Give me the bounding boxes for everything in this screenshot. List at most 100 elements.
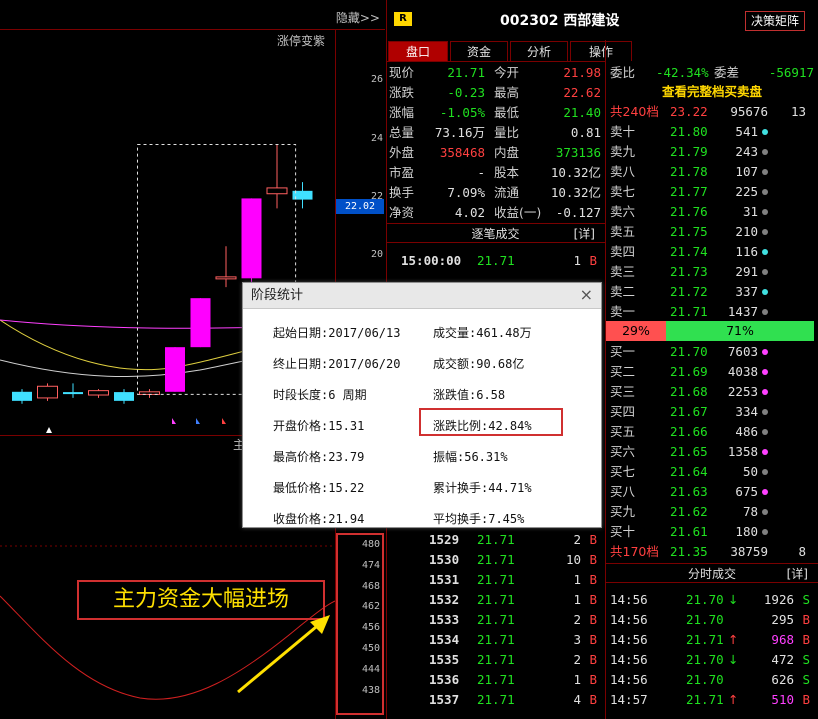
book-level-label: 买九 <box>610 504 636 519</box>
book-price: 21.68 <box>670 384 708 399</box>
timesales-detail-link[interactable]: [详] <box>787 564 808 584</box>
book-dot-icon <box>762 469 768 475</box>
tick-time: 1534 <box>429 632 460 647</box>
candle-body <box>266 187 288 195</box>
book-price: 21.73 <box>670 264 708 279</box>
timesale-row: 14:56 21.70 ↓ 472 S <box>610 650 816 670</box>
candle[interactable] <box>37 383 58 401</box>
vol-tick: 456 <box>362 622 381 633</box>
dialog-title[interactable]: 阶段统计 <box>243 283 601 309</box>
timesale-side: S <box>802 652 810 667</box>
tick-price: 21.71 <box>477 552 515 567</box>
timesale-time: 14:56 <box>610 672 648 687</box>
candle[interactable] <box>139 389 160 398</box>
timesale-price: 21.70 <box>686 672 724 687</box>
tab-handicap[interactable]: 盘口 <box>388 41 448 61</box>
tick-price: 21.71 <box>477 672 515 687</box>
candle[interactable] <box>12 389 32 404</box>
book-dot-icon <box>762 189 768 195</box>
candle-body <box>215 276 237 280</box>
timesale-time: 14:57 <box>610 692 648 707</box>
period-stats-dialog[interactable]: 阶段统计 × 起始日期:2017/06/13 终止日期:2017/06/20 时段长… <box>242 282 602 528</box>
full-book-link[interactable]: 查看完整档买卖盘 <box>606 82 818 102</box>
vol-tick: 480 <box>362 539 381 550</box>
signal-marker-icon <box>196 418 200 424</box>
quote-label: 外盘 <box>389 145 415 160</box>
tick-volume: 3 <box>573 632 581 647</box>
panel-divider <box>605 40 606 719</box>
buy-level-row: 买十 21.61 180 <box>610 522 816 542</box>
candle-body <box>88 390 109 396</box>
hide-button[interactable]: 隐藏>> <box>336 9 380 26</box>
book-price: 21.74 <box>670 244 708 259</box>
tab-operate[interactable]: 操作 <box>570 41 632 61</box>
book-price: 21.65 <box>670 444 708 459</box>
tick-row: 1536 21.71 1 B <box>389 670 603 690</box>
book-dot-icon <box>762 349 768 355</box>
vol-tick: 450 <box>362 643 381 654</box>
timesale-time: 14:56 <box>610 632 648 647</box>
tick-price: 21.71 <box>477 632 515 647</box>
book-dot-icon <box>762 149 768 155</box>
candle[interactable] <box>241 198 262 285</box>
ticks-detail-link[interactable]: [详] <box>574 224 595 244</box>
tick-side: B <box>589 253 597 268</box>
quote-label: 最低 <box>494 105 520 120</box>
book-price: 21.80 <box>670 124 708 139</box>
tick-volume: 2 <box>573 652 581 667</box>
candle[interactable] <box>88 389 109 398</box>
buy-level-row: 买二 21.69 4038 <box>610 362 816 382</box>
book-volume: 210 <box>735 224 758 239</box>
quote-value: -0.23 <box>447 85 485 100</box>
stat-item: 终止日期:2017/06/20 <box>273 357 401 371</box>
candle[interactable] <box>63 383 83 398</box>
candle[interactable] <box>165 347 185 392</box>
book-level-label: 卖五 <box>610 224 636 239</box>
stat-item: 涨跌值:6.58 <box>433 388 506 402</box>
timesale-price: 21.71 <box>686 692 724 707</box>
quote-row: 净资 4.02 收益(一) -0.127 <box>389 203 603 223</box>
candle[interactable] <box>114 389 134 404</box>
rights-badge: R <box>394 12 412 26</box>
tick-side: B <box>589 532 597 547</box>
book-count: 8 <box>798 544 806 559</box>
vol-tick: 468 <box>362 581 381 592</box>
book-volume: 225 <box>735 184 758 199</box>
vol-tick: 474 <box>362 560 381 571</box>
quote-value: 21.40 <box>563 105 601 120</box>
tick-price: 21.71 <box>477 612 515 627</box>
stat-item: 收盘价格:21.94 <box>273 512 365 526</box>
candle[interactable] <box>190 298 211 348</box>
candle[interactable] <box>266 144 288 209</box>
y-tick: 26 <box>370 74 383 85</box>
candle[interactable] <box>215 246 237 288</box>
book-level-label: 卖二 <box>610 284 636 299</box>
book-level-label: 买七 <box>610 464 636 479</box>
tab-analysis[interactable]: 分析 <box>510 41 568 61</box>
ticks-header: 逐笔成交 [详] <box>386 223 605 243</box>
tick-time: 1537 <box>429 692 460 707</box>
quote-label: 净资 <box>389 205 415 220</box>
buy-level-row: 买六 21.65 1358 <box>610 442 816 462</box>
book-price: 21.75 <box>670 224 708 239</box>
sell-level-row: 卖五 21.75 210 <box>610 222 816 242</box>
quote-value: 73.16万 <box>434 125 485 140</box>
sell-level-row: 卖六 21.76 31 <box>610 202 816 222</box>
tick-price: 21.71 <box>477 692 515 707</box>
chart-topbar: 隐藏>> <box>0 0 385 30</box>
y-tick: 24 <box>370 133 383 144</box>
timesale-price: 21.71 <box>686 632 724 647</box>
buy-level-row: 买八 21.63 675 <box>610 482 816 502</box>
timesale-time: 14:56 <box>610 592 648 607</box>
sell-level-row: 卖十 21.80 541 <box>610 122 816 142</box>
book-volume: 1358 <box>727 444 758 459</box>
tab-funds[interactable]: 资金 <box>450 41 508 61</box>
decision-matrix-button[interactable]: 决策矩阵 <box>745 11 805 31</box>
close-icon[interactable]: × <box>580 285 593 304</box>
book-level-label: 买三 <box>610 384 636 399</box>
book-level-label: 卖七 <box>610 184 636 199</box>
timesale-time: 14:56 <box>610 652 648 667</box>
current-price-tag: 22.02 <box>336 199 384 214</box>
book-count: 13 <box>790 104 806 119</box>
book-level-label: 买五 <box>610 424 636 439</box>
